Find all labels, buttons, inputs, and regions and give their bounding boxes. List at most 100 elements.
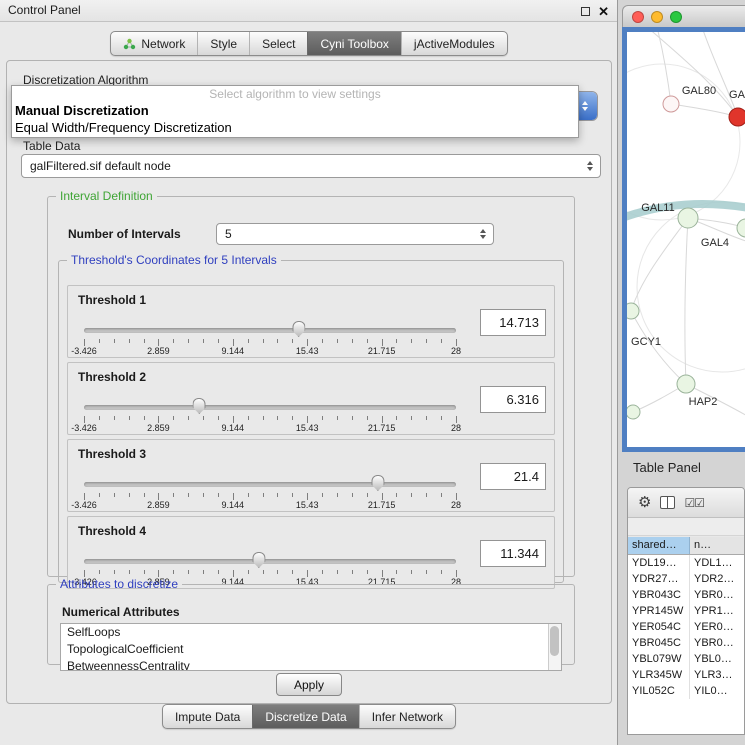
tick-mark [114, 339, 115, 343]
attribute-list-item[interactable]: TopologicalCoefficient [61, 641, 561, 658]
column-header-shared-name[interactable]: shared… [628, 537, 690, 554]
node-label: GCY1 [631, 336, 661, 348]
network-node-selected[interactable] [729, 108, 745, 126]
tab-discretize-data[interactable]: Discretize Data [252, 705, 358, 728]
table-row[interactable]: YBR043CYBR0… [628, 587, 744, 603]
tab-cyni-toolbox[interactable]: Cyni Toolbox [307, 32, 400, 55]
float-window-icon[interactable] [581, 7, 590, 16]
network-node[interactable] [737, 219, 745, 237]
table-row[interactable]: YPR145WYPR1… [628, 603, 744, 619]
network-node[interactable] [663, 96, 679, 112]
table-row[interactable]: YBL079WYBL0… [628, 651, 744, 667]
table-cell[interactable]: YLR3… [690, 667, 744, 683]
table-panel-window: ⚙ ☑☑ shared… n… YDL19…YDL1…YDR27…YDR2…YB… [627, 487, 745, 735]
threshold-value-field[interactable]: 14.713 [480, 309, 546, 336]
table-cell[interactable]: YPR1… [690, 603, 744, 619]
tick-mark [307, 570, 308, 577]
table-cell[interactable]: YDL19… [628, 555, 690, 571]
attributes-group: Attributes to discretize Numerical Attri… [47, 577, 575, 665]
numerical-attributes-list[interactable]: SelfLoopsTopologicalCoefficientBetweenne… [60, 623, 562, 671]
tick-label: -3.426 [71, 500, 97, 510]
tick-mark [292, 416, 293, 420]
threshold-slider[interactable]: -3.4262.8599.14415.4321.71528 [84, 472, 456, 510]
table-data-combo[interactable]: galFiltered.sif default node [21, 154, 601, 178]
tick-mark [396, 339, 397, 343]
table-cell[interactable]: YPR145W [628, 603, 690, 619]
minimize-traffic-icon[interactable] [651, 11, 663, 23]
slider-track [84, 559, 456, 564]
network-node[interactable] [627, 405, 640, 419]
threshold-slider-thumb[interactable] [292, 321, 305, 337]
threshold-label: Threshold 1 [78, 293, 146, 307]
network-window-titlebar[interactable] [622, 5, 745, 27]
tick-label: 15.43 [296, 423, 319, 433]
zoom-traffic-icon[interactable] [670, 11, 682, 23]
number-of-intervals-combo[interactable]: 5 [216, 223, 494, 245]
number-of-intervals-label: Number of Intervals [68, 227, 181, 241]
threshold-3-panel: Threshold 3 21.4 -3.4262.8599.14415.4321… [67, 439, 555, 512]
table-row[interactable]: YBR045CYBR0… [628, 635, 744, 651]
number-of-intervals-value: 5 [225, 224, 232, 244]
network-node[interactable] [678, 208, 698, 228]
table-cell[interactable]: YER0… [690, 619, 744, 635]
threshold-slider-thumb[interactable] [371, 475, 384, 491]
tab-jactivemodules[interactable]: jActiveModules [401, 32, 507, 55]
close-icon[interactable]: ✕ [598, 5, 609, 18]
table-cell[interactable]: YBR0… [690, 635, 744, 651]
attribute-list-item[interactable]: SelfLoops [61, 624, 561, 641]
threshold-slider[interactable]: -3.4262.8599.14415.4321.71528 [84, 395, 456, 433]
tick-mark [144, 493, 145, 497]
apply-button[interactable]: Apply [276, 673, 342, 696]
dropdown-option-equal-width[interactable]: Equal Width/Frequency Discretization [12, 119, 578, 136]
table-cell[interactable]: YDR2… [690, 571, 744, 587]
tab-network[interactable]: Network [111, 32, 197, 55]
gear-icon[interactable]: ⚙ [638, 495, 651, 510]
table-row[interactable]: YIL052CYIL0… [628, 683, 744, 699]
table-cell[interactable]: YER054C [628, 619, 690, 635]
attribute-list-item[interactable]: BetweennessCentrality [61, 658, 561, 671]
scrollbar-thumb[interactable] [550, 626, 559, 656]
threshold-slider-thumb[interactable] [193, 398, 206, 414]
threshold-value-field[interactable]: 21.4 [480, 463, 546, 490]
tick-mark [99, 339, 100, 343]
threshold-value-field[interactable]: 11.344 [480, 540, 546, 567]
network-canvas[interactable]: GAL80 GA GAL11 GAL4 GCY1 HAP2 [627, 32, 745, 447]
network-node[interactable] [627, 303, 639, 319]
table-cell[interactable]: YDL1… [690, 555, 744, 571]
column-header-name[interactable]: n… [690, 537, 744, 554]
tick-mark [144, 416, 145, 420]
tab-style[interactable]: Style [197, 32, 249, 55]
table-cell[interactable]: YIL052C [628, 683, 690, 699]
dropdown-option-manual[interactable]: Manual Discretization [12, 102, 578, 119]
tick-mark [396, 493, 397, 497]
column-selector-icon[interactable] [660, 496, 675, 509]
table-cell[interactable]: YBR0… [690, 587, 744, 603]
table-cell[interactable]: YBL079W [628, 651, 690, 667]
table-cell[interactable]: YLR345W [628, 667, 690, 683]
tick-mark [352, 570, 353, 574]
table-cell[interactable]: YBL0… [690, 651, 744, 667]
scrollbar[interactable] [548, 624, 561, 670]
table-row[interactable]: YLR345WYLR3… [628, 667, 744, 683]
table-cell[interactable]: YBR043C [628, 587, 690, 603]
checkbox-icon[interactable]: ☑☑ [684, 497, 704, 509]
table-row[interactable]: YER054CYER0… [628, 619, 744, 635]
threshold-slider-thumb[interactable] [252, 552, 265, 568]
table-cell[interactable]: YBR045C [628, 635, 690, 651]
table-row[interactable]: YDR27…YDR2… [628, 571, 744, 587]
tab-infer-network[interactable]: Infer Network [359, 705, 455, 728]
tick-label: 28 [451, 500, 461, 510]
tab-select[interactable]: Select [249, 32, 307, 55]
threshold-slider[interactable]: -3.4262.8599.14415.4321.71528 [84, 318, 456, 356]
threshold-value-field[interactable]: 6.316 [480, 386, 546, 413]
table-cell[interactable]: YDR27… [628, 571, 690, 587]
tab-impute-data[interactable]: Impute Data [163, 705, 252, 728]
table-cell[interactable]: YIL0… [690, 683, 744, 699]
tick-mark [129, 416, 130, 420]
tick-mark [84, 416, 85, 423]
tick-mark [307, 416, 308, 423]
table-row[interactable]: YDL19…YDL1… [628, 555, 744, 571]
close-traffic-icon[interactable] [632, 11, 644, 23]
control-panel-titlebar[interactable]: Control Panel ✕ [0, 0, 617, 22]
network-node[interactable] [677, 375, 695, 393]
